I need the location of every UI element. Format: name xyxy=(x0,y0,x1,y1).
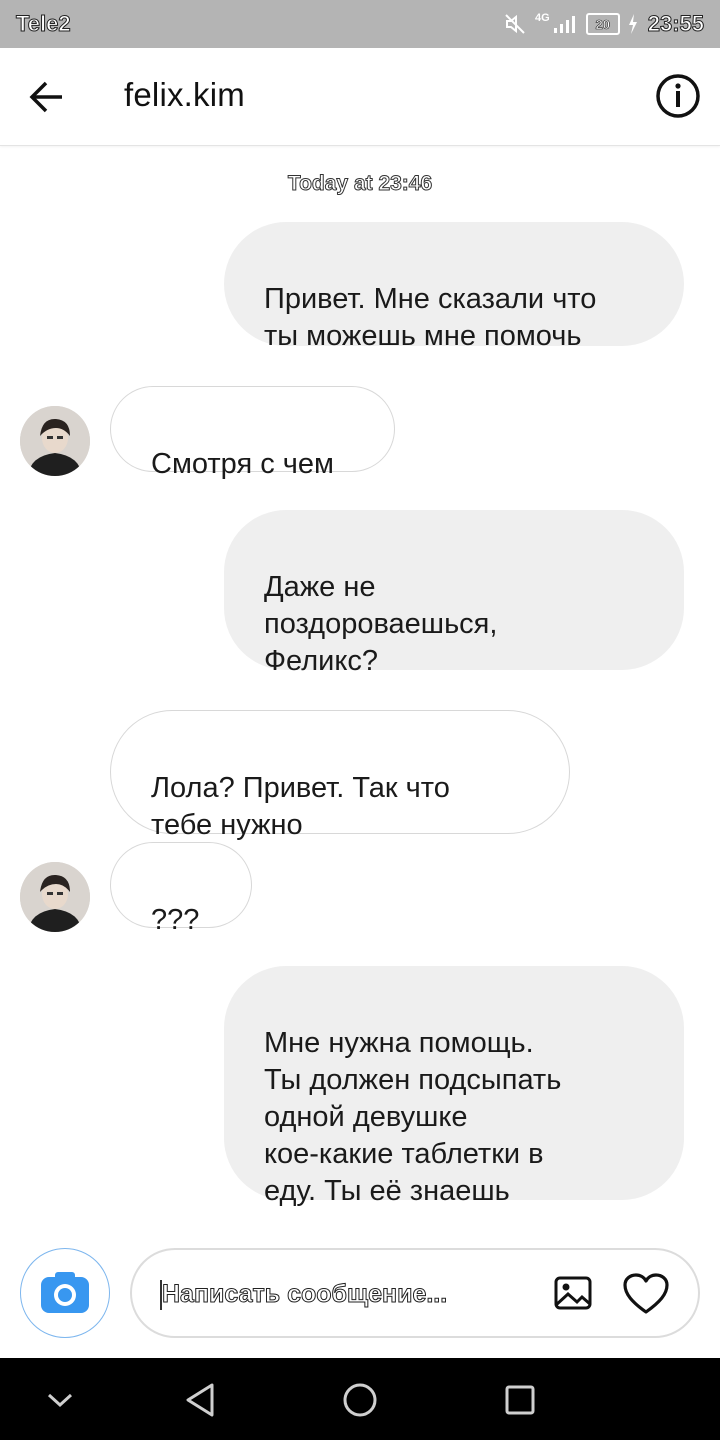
message-text: Лола? Привет. Так что тебе нужно xyxy=(151,772,450,841)
nav-home-button[interactable] xyxy=(332,1372,388,1428)
recents-square-icon xyxy=(505,1385,535,1415)
message-input[interactable] xyxy=(160,1270,530,1318)
message-text: ??? xyxy=(151,904,200,936)
system-navigation-bar xyxy=(0,1358,720,1440)
message-text: Привет. Мне сказали что ты можешь мне по… xyxy=(264,283,597,352)
back-triangle-icon xyxy=(186,1383,214,1417)
home-circle-icon xyxy=(343,1383,377,1417)
info-icon xyxy=(656,74,700,118)
info-button[interactable] xyxy=(654,72,702,120)
profile-photo-icon xyxy=(20,862,90,932)
hide-keyboard-button[interactable] xyxy=(32,1372,88,1428)
charging-icon xyxy=(628,14,637,34)
message-text: Мне нужна помощь. Ты должен подсыпать од… xyxy=(264,1027,562,1207)
profile-photo-icon xyxy=(20,406,90,476)
heart-icon xyxy=(623,1273,669,1314)
battery-level: 20 xyxy=(595,16,610,32)
message-bubble-incoming[interactable]: Лола? Привет. Так что тебе нужно xyxy=(110,710,570,841)
back-button[interactable] xyxy=(22,75,70,119)
conversation-timestamp: Today at 23:46 xyxy=(287,172,433,196)
status-right-group: 4G 20 23:55 xyxy=(503,11,705,37)
message-bubble-outgoing[interactable]: Привет. Мне сказали что ты можешь мне по… xyxy=(224,222,684,352)
conversation-title[interactable]: felix.kim xyxy=(124,76,245,114)
mute-icon xyxy=(505,14,525,34)
chat-header: felix.kim xyxy=(0,48,720,146)
clock: 23:55 xyxy=(647,11,704,37)
network-type: 4G xyxy=(535,12,550,24)
status-icons: 4G 20 xyxy=(503,12,638,36)
message-bubble-outgoing[interactable]: Даже не поздороваешься, Феликс? xyxy=(224,510,684,677)
battery-indicator: 20 xyxy=(585,13,620,35)
chevron-down-icon xyxy=(47,1393,73,1408)
message-bubble-outgoing[interactable]: Мне нужна помощь. Ты должен подсыпать од… xyxy=(224,966,684,1207)
signal-icon xyxy=(553,16,575,33)
status-bar: Tele2 4G 20 23:55 xyxy=(0,0,720,48)
camera-button[interactable] xyxy=(20,1248,110,1338)
like-button[interactable] xyxy=(620,1268,672,1320)
message-composer: Написать сообщение... xyxy=(130,1248,700,1338)
message-bubble-incoming[interactable]: Смотря с чем xyxy=(110,386,395,480)
camera-icon xyxy=(41,1272,89,1313)
image-icon xyxy=(554,1276,592,1310)
message-text: Смотря с чем xyxy=(151,448,334,480)
gallery-button[interactable] xyxy=(550,1270,596,1316)
message-text: Даже не поздороваешься, Феликс? xyxy=(264,571,498,677)
carrier-name: Tele2 xyxy=(16,11,72,37)
arrow-left-icon xyxy=(29,81,62,113)
text-cursor xyxy=(160,1280,162,1310)
avatar[interactable] xyxy=(20,862,90,932)
nav-recents-button[interactable] xyxy=(492,1372,548,1428)
nav-back-button[interactable] xyxy=(172,1372,228,1428)
message-bubble-incoming[interactable]: ??? xyxy=(110,842,252,936)
avatar[interactable] xyxy=(20,406,90,476)
